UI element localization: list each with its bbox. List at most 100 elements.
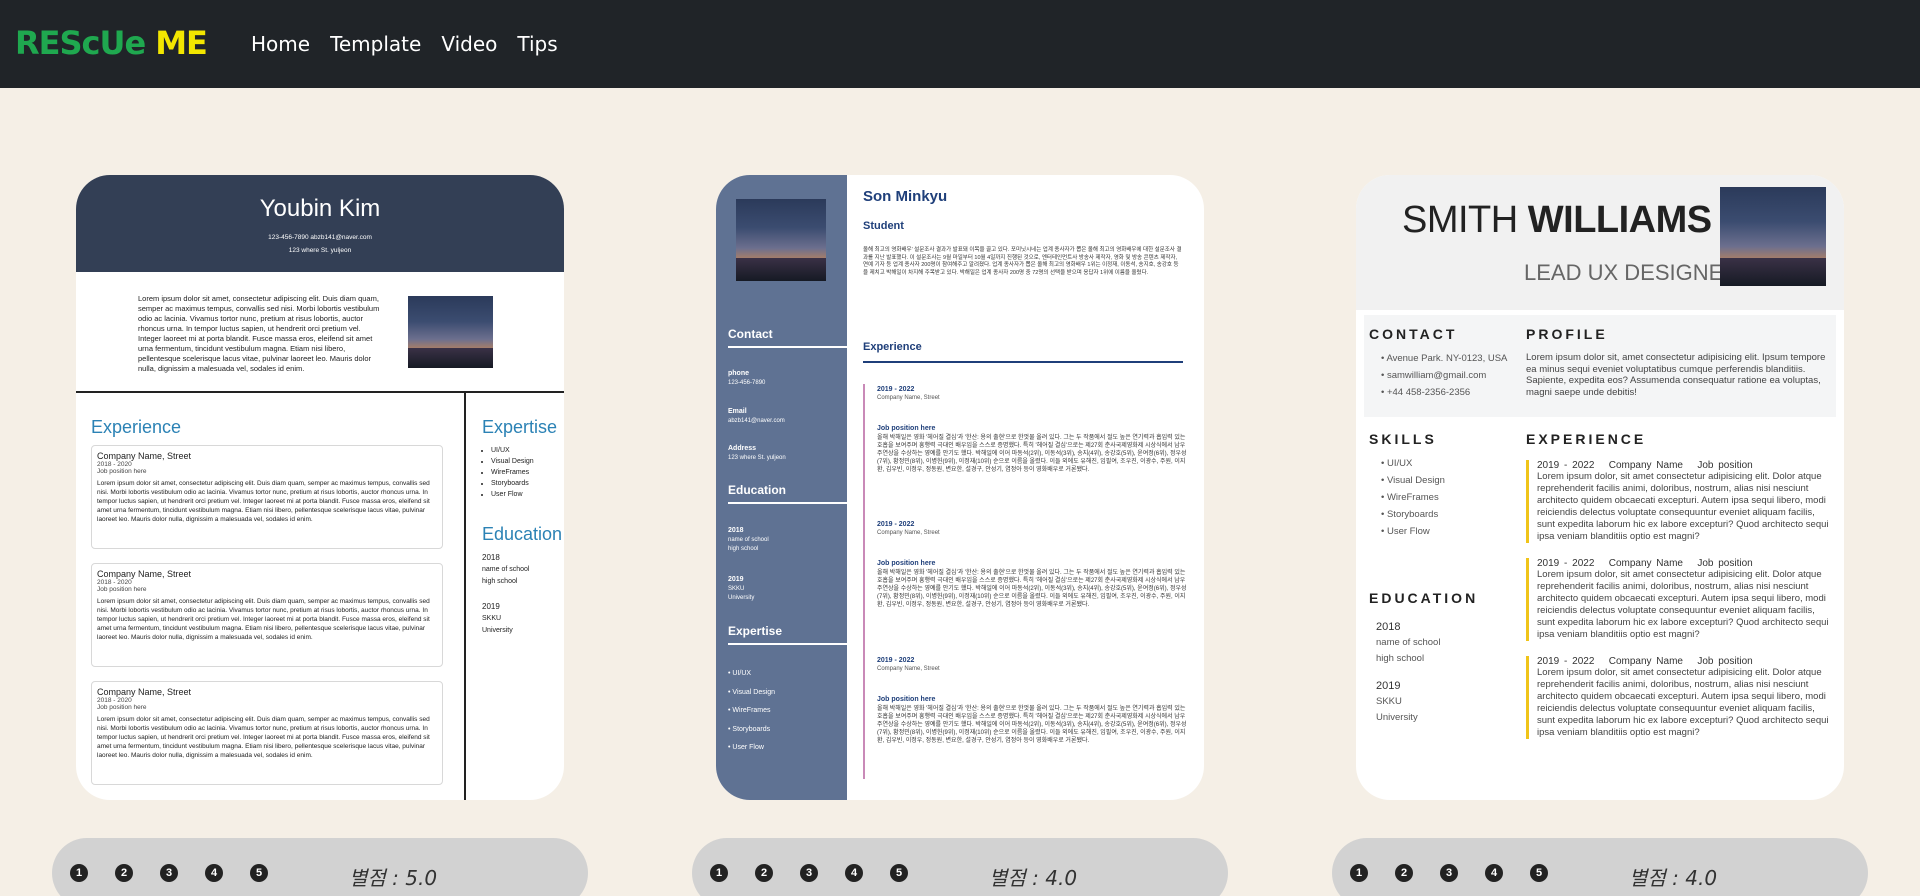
profile-photo (736, 199, 826, 281)
education-entry: 2019 SKKU University (482, 601, 513, 637)
divider (728, 643, 847, 645)
job-description: Lorem ipsum dolor sit amet, consectetur … (97, 480, 430, 523)
edu-school: name of school (482, 566, 530, 573)
edu-level: high school (482, 578, 518, 585)
contact-list: Avenue Park. NY-0123, USA samwilliam@gma… (1381, 350, 1507, 401)
edu-school: SKKU (1376, 696, 1402, 707)
list-item: Visual Design (1381, 472, 1445, 489)
logo-text-rescue: REScUe (15, 24, 146, 62)
job-description: 올해 박해일은 영화 '헤어질 결심'과 '한산: 용의 출현'으로 한껏물 올… (877, 435, 1187, 473)
job-entry: 2019 - 2022 Company Name Job position Lo… (1526, 558, 1831, 641)
resume-template-card-2[interactable]: Contact phone 123-456-7890 Email abzb141@n… (716, 175, 1204, 800)
expertise-heading: Expertise (728, 624, 783, 638)
rating-buttons: 1 2 3 4 5 (70, 864, 268, 882)
rating-button-3[interactable]: 3 (800, 864, 818, 882)
list-item: Avenue Park. NY-0123, USA (1381, 350, 1507, 367)
rating-bar-2: 1 2 3 4 5 별점 : 4.0 (692, 838, 1228, 896)
edu-level: University (482, 627, 513, 634)
expertise-heading: Expertise (482, 417, 558, 437)
rating-button-2[interactable]: 2 (1395, 864, 1413, 882)
list-item: +44 458-2356-2356 (1381, 384, 1507, 401)
job-entry: Company Name, Street 2018 - 2020 Job pos… (91, 681, 443, 785)
resume-sidebar: Contact phone 123-456-7890 Email abzb141@n… (716, 175, 847, 800)
job-entry: 2019 - 2022 Company Name Job position Lo… (1526, 460, 1831, 543)
rating-button-3[interactable]: 3 (160, 864, 178, 882)
rating-button-5[interactable]: 5 (1530, 864, 1548, 882)
resume-name: Youbin Kim (259, 195, 381, 222)
job-company: Company Name, Street (97, 569, 192, 579)
site-logo[interactable]: REScUe ME (15, 24, 208, 62)
list-item: Storyboards (1381, 506, 1445, 523)
job-years: 2019 - 2022 (877, 386, 915, 393)
list-item: Visual Design (728, 684, 775, 703)
profile-photo (408, 296, 493, 368)
main-nav: Home Template Video Tips (251, 32, 558, 56)
rating-button-4[interactable]: 4 (1485, 864, 1503, 882)
list-item: WireFrames (491, 467, 534, 478)
rating-button-5[interactable]: 5 (890, 864, 908, 882)
resume-name: Son Minkyu (863, 188, 948, 205)
contact-phone: phone 123-456-7890 (728, 370, 766, 386)
list-item: samwilliam@gmail.com (1381, 367, 1507, 384)
resume-template-card-1[interactable]: Youbin Kim 123-456-7890 abzb141@naver.co… (76, 175, 564, 800)
education-heading: EDUCATION (1369, 590, 1479, 606)
skills-heading: SKILLS (1369, 431, 1437, 447)
resume-address: 123 where St. yuljeon (288, 247, 352, 254)
job-description: Lorem ipsum dolor, sit amet consectetur … (1537, 569, 1829, 640)
experience-heading: EXPERIENCE (1526, 431, 1647, 447)
experience-heading: Experience (863, 341, 922, 353)
education-heading: Education (482, 524, 563, 544)
edu-year: 2018 (1376, 621, 1401, 633)
job-dates: 2018 - 2020 (97, 461, 132, 468)
expertise-list: UI/UX Visual Design WireFrames Storyboar… (481, 445, 534, 500)
job-dates: 2018 - 2020 (97, 579, 132, 586)
job-years: 2019 - 2022 (877, 521, 915, 528)
list-item: WireFrames (728, 702, 775, 721)
job-company: Company Name, Street (97, 451, 192, 461)
education-entry: 2018 name of school high school (728, 527, 769, 552)
job-description: Lorem ipsum dolor sit amet, consectetur … (97, 598, 430, 641)
rating-button-4[interactable]: 4 (205, 864, 223, 882)
timeline-line (863, 384, 865, 779)
job-description: Lorem ipsum dolor, sit amet consectetur … (1537, 667, 1829, 738)
job-header: 2019 - 2022 Company Name Job position (1537, 558, 1753, 569)
rating-button-1[interactable]: 1 (1350, 864, 1368, 882)
rating-button-1[interactable]: 1 (70, 864, 88, 882)
list-item: Storyboards (491, 478, 534, 489)
nav-tips[interactable]: Tips (517, 32, 557, 56)
resume-template-card-3[interactable]: SMITH WILLIAMS LEAD UX DESIGNER CONTACT … (1356, 175, 1844, 800)
edu-level: high school (1376, 653, 1425, 664)
education-entry: 2018 name of school high school (482, 552, 529, 588)
rating-score: 별점 : 4.0 (1629, 866, 1718, 890)
logo-text-me: ME (155, 24, 208, 62)
nav-template[interactable]: Template (330, 32, 421, 56)
job-position: Job position here (97, 704, 147, 711)
rating-buttons: 1 2 3 4 5 (710, 864, 908, 882)
resume-role: LEAD UX DESIGNER (1524, 260, 1740, 285)
nav-video[interactable]: Video (441, 32, 497, 56)
job-company: Company Name, Street (97, 687, 192, 697)
contact-heading: CONTACT (1369, 326, 1458, 342)
rating-bar-1: 1 2 3 4 5 별점 : 5.0 (52, 838, 588, 896)
divider (76, 391, 564, 393)
edu-level: University (1376, 712, 1418, 723)
job-position: Job position here (97, 468, 147, 475)
job-description: Lorem ipsum dolor sit amet, consectetur … (97, 716, 430, 759)
rating-button-3[interactable]: 3 (1440, 864, 1458, 882)
rating-button-1[interactable]: 1 (710, 864, 728, 882)
job-dates: 2018 - 2020 (97, 697, 132, 704)
job-description: 올해 박해일은 영화 '헤어질 결심'과 '한산: 용의 출현'으로 한껏물 올… (877, 570, 1187, 608)
job-entry: 2019 - 2022 Company Name Job position Lo… (1526, 656, 1831, 739)
list-item: User Flow (1381, 523, 1445, 540)
rating-button-2[interactable]: 2 (755, 864, 773, 882)
profile-heading: PROFILE (1526, 326, 1608, 342)
resume-header: Youbin Kim 123-456-7890 abzb141@naver.co… (76, 175, 564, 272)
rating-button-5[interactable]: 5 (250, 864, 268, 882)
job-header: 2019 - 2022 Company Name Job position (1537, 656, 1753, 667)
nav-home[interactable]: Home (251, 32, 310, 56)
job-company: Company Name, Street (877, 395, 940, 401)
resume-intro: Lorem ipsum dolor sit amet, consectetur … (138, 294, 380, 373)
rating-button-4[interactable]: 4 (845, 864, 863, 882)
profile-photo (1720, 187, 1826, 286)
rating-button-2[interactable]: 2 (115, 864, 133, 882)
